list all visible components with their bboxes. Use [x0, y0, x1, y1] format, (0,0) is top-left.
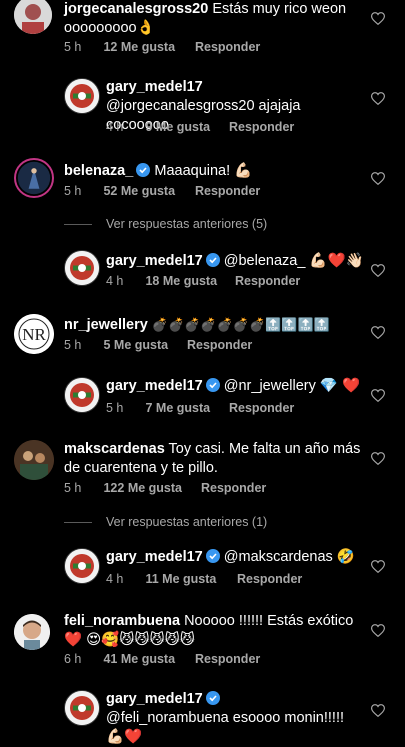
comment-username[interactable]: gary_medel17: [106, 253, 203, 269]
heart-outline-icon[interactable]: [371, 704, 385, 717]
heart-outline-icon[interactable]: [371, 560, 385, 573]
comment-item: belenaza_ Maaaquina! 💪🏻 5 h 52 Me gusta …: [0, 158, 405, 218]
comment-item: jorgecanalesgross20 Estás muy rico weon …: [0, 0, 405, 60]
comment-time: 4 h: [106, 120, 124, 134]
comment-time: 6 h: [64, 652, 82, 666]
heart-outline-icon[interactable]: [371, 12, 385, 25]
avatar[interactable]: [64, 250, 100, 286]
likes-count[interactable]: 52 Me gusta: [103, 184, 191, 198]
reply-item: gary_medel17 @makscardenas 🤣 4 h 11 Me g…: [0, 548, 405, 598]
comment-username[interactable]: gary_medel17: [106, 378, 203, 394]
heart-outline-icon[interactable]: [371, 172, 385, 185]
likes-count[interactable]: 122 Me gusta: [103, 481, 197, 495]
comment-time: 4 h: [106, 572, 124, 586]
heart-outline-icon[interactable]: [371, 92, 385, 105]
comment-username[interactable]: gary_medel17: [106, 79, 203, 95]
reply-button[interactable]: Responder: [201, 481, 266, 495]
heart-outline-icon[interactable]: [371, 264, 385, 277]
svg-text:NR: NR: [22, 325, 46, 344]
comment-text: @makscardenas 🤣: [223, 549, 355, 565]
avatar[interactable]: [14, 614, 50, 650]
avatar[interactable]: [64, 548, 100, 584]
likes-count[interactable]: 5 Me gusta: [103, 338, 183, 352]
verified-badge-icon: [205, 253, 220, 267]
reply-button[interactable]: Responder: [229, 120, 294, 134]
heart-outline-icon[interactable]: [371, 326, 385, 339]
heart-outline-icon[interactable]: [371, 624, 385, 637]
comment-time: 5 h: [106, 401, 124, 415]
reply-button[interactable]: Responder: [229, 401, 294, 415]
comment-time: 5 h: [64, 184, 82, 198]
comment-time: 4 h: [106, 274, 124, 288]
comment-item: NR nr_jewellery 💣💣💣💣💣💣💣🔝🔝🔝🔝 5 h 5 Me gus…: [0, 314, 405, 364]
comment-text: Maaaquina! 💪🏻: [154, 163, 253, 179]
comment-text: 💣💣💣💣💣💣💣🔝🔝🔝🔝: [151, 318, 330, 333]
avatar[interactable]: NR: [14, 314, 54, 354]
avatar[interactable]: [14, 158, 54, 198]
likes-count[interactable]: 18 Me gusta: [145, 274, 231, 288]
view-previous-replies[interactable]: Ver respuestas anteriores (1): [64, 515, 267, 529]
comment-text: @nr_jewellery 💎 ❤️: [223, 378, 361, 394]
view-previous-replies[interactable]: Ver respuestas anteriores (5): [64, 217, 267, 231]
likes-count[interactable]: 9 Me gusta: [145, 120, 225, 134]
comment-username[interactable]: jorgecanalesgross20: [64, 1, 208, 17]
reply-button[interactable]: Responder: [187, 338, 252, 352]
avatar[interactable]: [64, 78, 100, 114]
heart-outline-icon[interactable]: [371, 452, 385, 465]
comment-text: @belenaza_ 💪🏻❤️👋🏻: [223, 253, 364, 269]
likes-count[interactable]: 41 Me gusta: [103, 652, 191, 666]
verified-badge-icon: [205, 378, 220, 392]
comment-username[interactable]: gary_medel17: [106, 691, 203, 707]
verified-badge-icon: [205, 549, 220, 563]
reply-item: gary_medel17 @belenaza_ 💪🏻❤️👋🏻 4 h 18 Me…: [0, 250, 405, 300]
comment-username[interactable]: gary_medel17: [106, 549, 203, 565]
reply-button[interactable]: Responder: [195, 652, 260, 666]
likes-count[interactable]: 12 Me gusta: [103, 40, 191, 54]
reply-item: gary_medel17 @nr_jewellery 💎 ❤️ 5 h 7 Me…: [0, 377, 405, 427]
reply-button[interactable]: Responder: [235, 274, 300, 288]
likes-count[interactable]: 7 Me gusta: [145, 401, 225, 415]
comment-username[interactable]: nr_jewellery: [64, 317, 148, 333]
reply-button[interactable]: Responder: [195, 184, 260, 198]
verified-badge-icon: [136, 163, 151, 177]
comment-time: 5 h: [64, 40, 82, 54]
reply-button[interactable]: Responder: [237, 572, 302, 586]
avatar[interactable]: [14, 0, 52, 34]
heart-outline-icon[interactable]: [371, 389, 385, 402]
comment-username[interactable]: feli_norambuena: [64, 613, 180, 629]
avatar[interactable]: [14, 440, 54, 480]
comment-text: @feli_norambuena esoooo monin!!!!! 💪🏻❤️: [106, 710, 345, 745]
reply-button[interactable]: Responder: [195, 40, 260, 54]
comment-time: 5 h: [64, 338, 82, 352]
verified-badge-icon: [205, 691, 220, 705]
reply-item: gary_medel17 @jorgecanalesgross20 ajajaj…: [0, 78, 405, 138]
comment-item: feli_norambuena Nooooo !!!!!! Estás exót…: [0, 612, 405, 672]
reply-item: gary_medel17 @feli_norambuena esoooo mon…: [0, 690, 405, 745]
comment-username[interactable]: makscardenas: [64, 441, 165, 457]
comment-item: makscardenas Toy casi. Me falta un año m…: [0, 440, 405, 500]
likes-count[interactable]: 11 Me gusta: [145, 572, 233, 586]
comment-username[interactable]: belenaza_: [64, 163, 133, 179]
avatar[interactable]: [64, 377, 100, 413]
avatar[interactable]: [64, 690, 100, 726]
comment-time: 5 h: [64, 481, 82, 495]
